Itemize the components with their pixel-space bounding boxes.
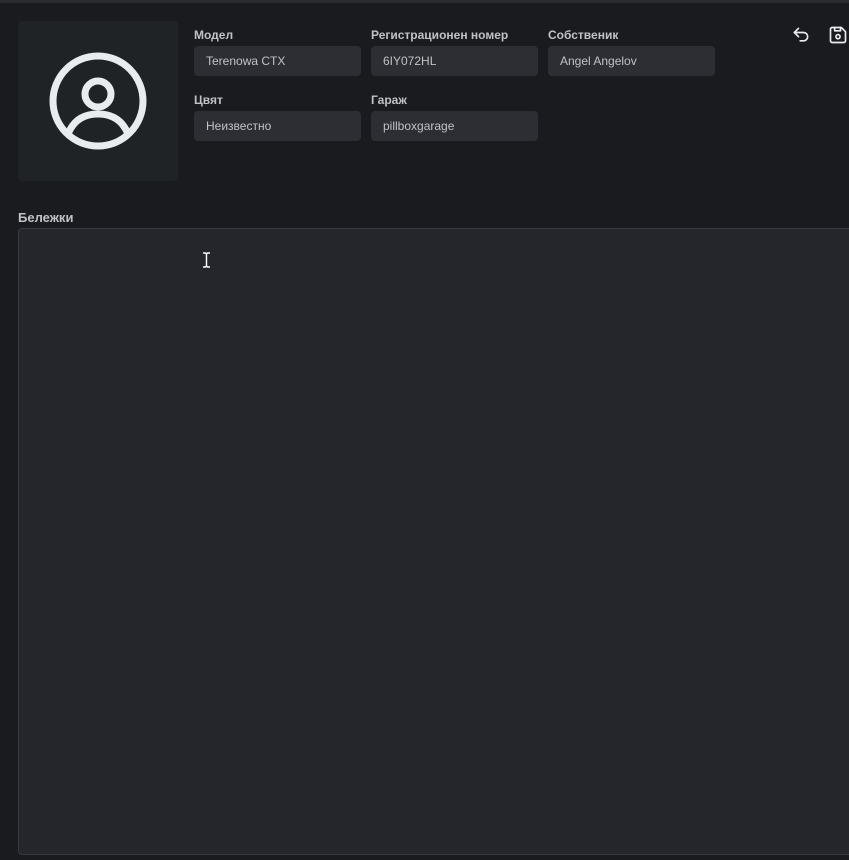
owner-label: Собственик	[548, 28, 619, 42]
back-button[interactable]	[790, 24, 812, 46]
plate-label: Регистрационен номер	[371, 28, 509, 42]
plate-input[interactable]	[371, 46, 538, 76]
model-field: Модел	[194, 28, 361, 76]
garage-input[interactable]	[371, 111, 538, 141]
save-button[interactable]	[827, 24, 849, 46]
user-circle-icon	[49, 52, 147, 150]
model-input[interactable]	[194, 46, 361, 76]
vehicle-avatar	[18, 21, 178, 181]
model-label: Модел	[194, 28, 234, 42]
owner-input[interactable]	[548, 46, 715, 76]
garage-label: Гараж	[371, 93, 407, 107]
top-divider	[0, 0, 849, 3]
return-arrow-icon	[793, 27, 809, 42]
owner-field: Собственик	[548, 28, 715, 76]
color-field: Цвят	[194, 93, 361, 141]
notes-textarea[interactable]	[18, 228, 849, 855]
color-input[interactable]	[194, 111, 361, 141]
garage-field: Гараж	[371, 93, 538, 141]
floppy-save-icon	[829, 26, 847, 44]
color-label: Цвят	[194, 93, 223, 107]
plate-field: Регистрационен номер	[371, 28, 538, 76]
notes-label: Бележки	[18, 210, 74, 225]
